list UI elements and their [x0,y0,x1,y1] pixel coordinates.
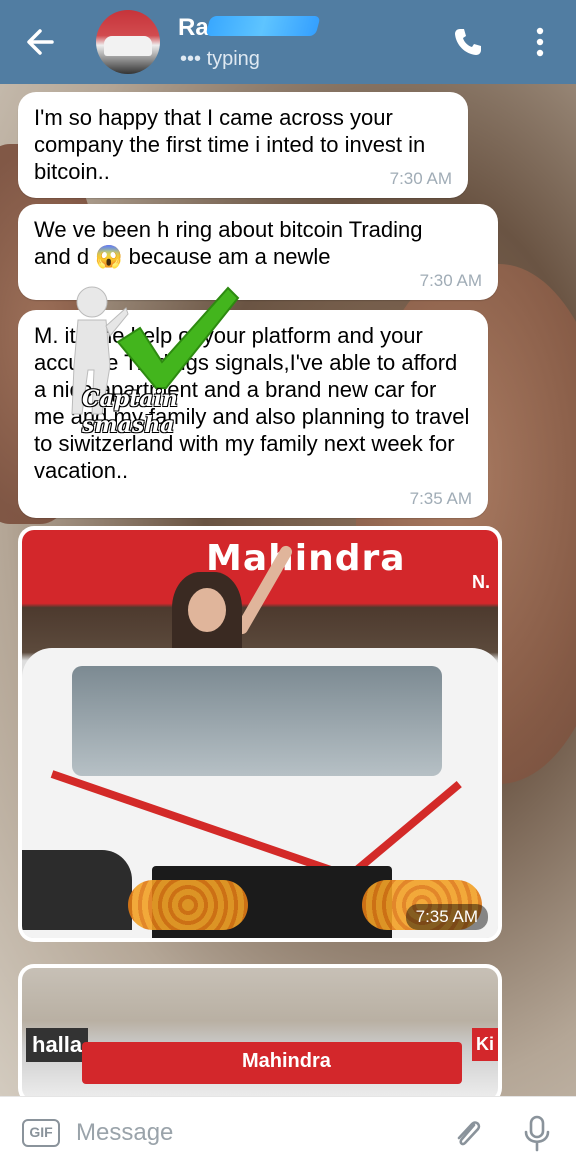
store-sign-text: Mahindra [242,1050,331,1072]
mic-icon[interactable] [522,1115,552,1153]
checkmark-icon [116,286,240,389]
phone-icon[interactable] [452,26,484,58]
message-time: 7:30 AM [389,169,452,188]
store-brand-suffix: N. [472,572,490,592]
attach-icon[interactable] [452,1117,486,1151]
chat-header: Ra ••• typing [0,0,576,84]
chat-area[interactable]: I'm so happy that I came across your com… [0,84,576,1096]
gif-button[interactable]: GIF [22,1119,60,1147]
message-input-bar: GIF [0,1096,576,1164]
store-brand: Mahindra [206,538,406,579]
person-face [188,588,226,632]
photo-time: 7:35 AM [405,904,488,930]
car-photo: Mahindra N. 7:35 AM [22,530,498,938]
avatar[interactable] [96,10,160,74]
store-sign: Mahindra [82,1042,462,1084]
message-input[interactable] [76,1113,426,1153]
more-vert-icon[interactable] [528,24,552,60]
contact-name[interactable]: Ra [178,14,209,42]
watermark-text: Captain smasha [82,386,178,438]
redaction-mark [205,16,321,36]
shop-sign-right: Ki [472,1028,498,1061]
car-headlight [22,850,132,930]
car-windshield [72,666,442,776]
message-time: 7:30 AM [419,271,482,290]
watermark: Captain smasha [54,284,244,438]
flower-garland [128,880,248,930]
typing-status: ••• typing [180,48,260,70]
shop-sign-left: halla [26,1028,89,1062]
photo-message[interactable]: halla Mahindra Ki [18,964,502,1096]
photo-message[interactable]: Mahindra N. 7:35 AM [18,526,502,942]
message-text: We ve been h ring about bitcoin Trading … [34,217,423,269]
back-arrow-icon[interactable] [22,24,58,60]
message-bubble[interactable]: I'm so happy that I came across your com… [18,92,468,198]
store-photo: halla Mahindra Ki [22,968,498,1096]
message-time: 7:35 AM [409,489,472,508]
